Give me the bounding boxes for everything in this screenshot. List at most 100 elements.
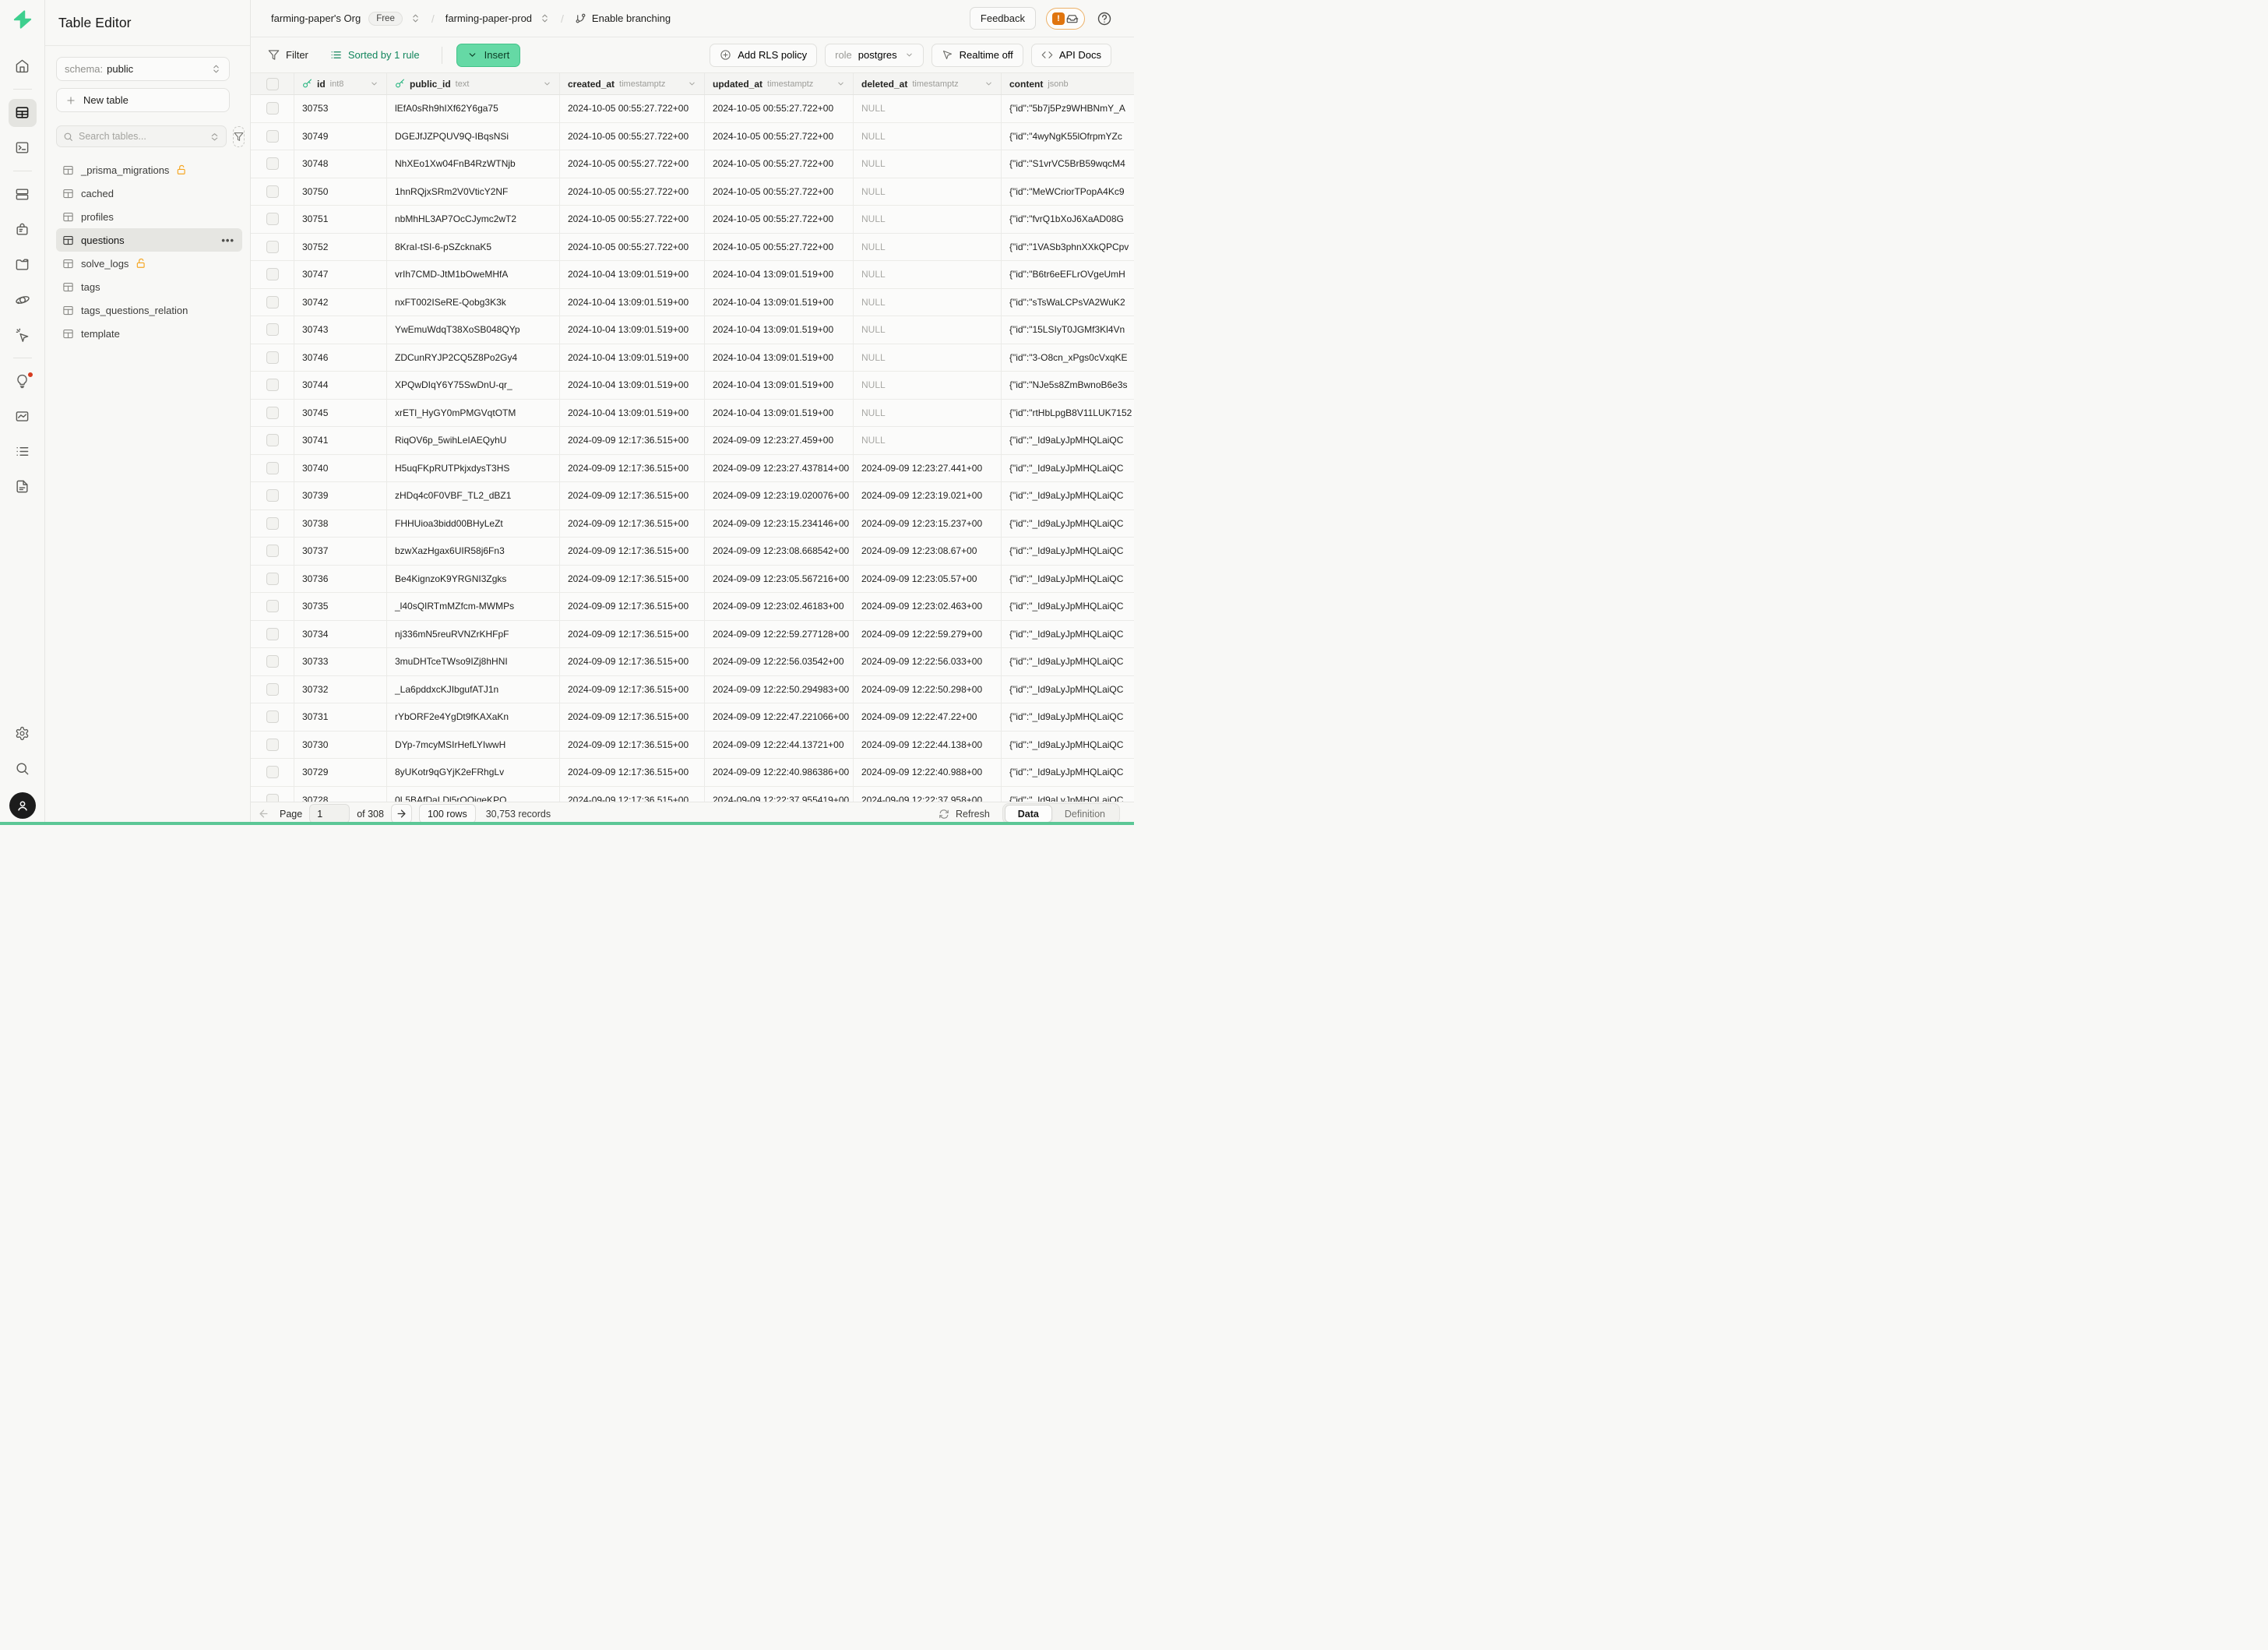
table-row[interactable]: 30732 _La6pddxcKJIbgufATJ1n 2024-09-09 1… — [251, 676, 1134, 704]
table-row[interactable]: 30730 DYp-7mcyMSIrHefLYIwwH 2024-09-09 1… — [251, 732, 1134, 760]
cell-updated-at[interactable]: 2024-10-05 00:55:27.722+00 — [705, 150, 854, 178]
cell-content[interactable]: {"id":"sTsWaLCPsVA2WuK2 — [1002, 289, 1134, 316]
table-row[interactable]: 30745 xrETl_HyGY0mPMGVqtOTM 2024-10-04 1… — [251, 400, 1134, 428]
cell-public-id[interactable]: 3muDHTceTWso9IZj8hHNI — [387, 648, 560, 675]
org-plan-badge[interactable]: Free — [368, 12, 403, 26]
row-checkbox[interactable] — [266, 683, 279, 696]
cell-content[interactable]: {"id":"fvrQ1bXoJ6XaAD08G — [1002, 206, 1134, 233]
cell-deleted-at[interactable]: 2024-09-09 12:22:47.22+00 — [854, 703, 1002, 731]
cell-public-id[interactable]: 0L5BAfDaLDl5rQOiqeKPO — [387, 787, 560, 802]
table-row[interactable]: 30741 RiqOV6p_5wihLeIAEQyhU 2024-09-09 1… — [251, 427, 1134, 455]
cell-updated-at[interactable]: 2024-10-05 00:55:27.722+00 — [705, 95, 854, 122]
column-header-deleted-at[interactable]: deleted_at timestamptz — [854, 73, 1002, 94]
cell-deleted-at[interactable]: NULL — [854, 289, 1002, 316]
row-checkbox[interactable] — [266, 157, 279, 170]
cell-updated-at[interactable]: 2024-10-04 13:09:01.519+00 — [705, 261, 854, 288]
row-checkbox[interactable] — [266, 489, 279, 502]
cell-created-at[interactable]: 2024-09-09 12:17:36.515+00 — [560, 566, 705, 593]
nav-database-icon[interactable] — [9, 181, 37, 209]
supabase-logo-icon[interactable] — [11, 8, 34, 31]
cell-id[interactable]: 30729 — [294, 759, 387, 786]
nav-advisors-icon[interactable] — [9, 368, 37, 396]
notifications-button[interactable]: ! — [1046, 8, 1085, 30]
row-checkbox[interactable] — [266, 213, 279, 225]
column-header-content[interactable]: content jsonb — [1002, 73, 1134, 94]
cell-updated-at[interactable]: 2024-10-05 00:55:27.722+00 — [705, 234, 854, 261]
rows-per-page-button[interactable]: 100 rows — [419, 804, 476, 823]
cell-updated-at[interactable]: 2024-10-04 13:09:01.519+00 — [705, 344, 854, 372]
table-row[interactable]: 30748 NhXEo1Xw04FnB4RzWTNjb 2024-10-05 0… — [251, 150, 1134, 178]
cell-updated-at[interactable]: 2024-10-05 00:55:27.722+00 — [705, 178, 854, 206]
cell-updated-at[interactable]: 2024-10-05 00:55:27.722+00 — [705, 123, 854, 150]
cell-created-at[interactable]: 2024-09-09 12:17:36.515+00 — [560, 427, 705, 454]
cell-created-at[interactable]: 2024-09-09 12:17:36.515+00 — [560, 538, 705, 565]
cell-content[interactable]: {"id":"_Id9aLyJpMHQLaiQC — [1002, 455, 1134, 482]
cell-updated-at[interactable]: 2024-09-09 12:22:44.13721+00 — [705, 732, 854, 759]
sidebar-table-item[interactable]: tags ••• — [56, 275, 242, 298]
cell-created-at[interactable]: 2024-09-09 12:17:36.515+00 — [560, 621, 705, 648]
cell-updated-at[interactable]: 2024-09-09 12:22:56.03542+00 — [705, 648, 854, 675]
select-all-checkbox[interactable] — [266, 78, 279, 90]
cell-deleted-at[interactable]: 2024-09-09 12:22:40.988+00 — [854, 759, 1002, 786]
cell-content[interactable]: {"id":"_Id9aLyJpMHQLaiQC — [1002, 676, 1134, 703]
cell-content[interactable]: {"id":"_Id9aLyJpMHQLaiQC — [1002, 566, 1134, 593]
cell-id[interactable]: 30733 — [294, 648, 387, 675]
chevron-down-icon[interactable] — [688, 79, 696, 88]
cell-id[interactable]: 30730 — [294, 732, 387, 759]
schema-select[interactable]: schema: public — [56, 57, 230, 81]
new-table-button[interactable]: New table — [56, 88, 230, 112]
cell-content[interactable]: {"id":"_Id9aLyJpMHQLaiQC — [1002, 510, 1134, 538]
column-header-created-at[interactable]: created_at timestamptz — [560, 73, 705, 94]
cell-created-at[interactable]: 2024-10-04 13:09:01.519+00 — [560, 372, 705, 399]
cell-content[interactable]: {"id":"_Id9aLyJpMHQLaiQC — [1002, 732, 1134, 759]
cell-created-at[interactable]: 2024-10-04 13:09:01.519+00 — [560, 316, 705, 344]
cell-created-at[interactable]: 2024-10-05 00:55:27.722+00 — [560, 95, 705, 122]
cell-deleted-at[interactable]: 2024-09-09 12:23:08.67+00 — [854, 538, 1002, 565]
cell-deleted-at[interactable]: NULL — [854, 372, 1002, 399]
cell-created-at[interactable]: 2024-10-05 00:55:27.722+00 — [560, 206, 705, 233]
nav-reports-icon[interactable] — [9, 403, 37, 431]
column-header-id[interactable]: id int8 — [294, 73, 387, 94]
cell-id[interactable]: 30738 — [294, 510, 387, 538]
sidebar-table-item[interactable]: template ••• — [56, 322, 242, 345]
cell-content[interactable]: {"id":"_Id9aLyJpMHQLaiQC — [1002, 427, 1134, 454]
realtime-toggle-button[interactable]: Realtime off — [932, 44, 1023, 67]
cell-public-id[interactable]: _La6pddxcKJIbgufATJ1n — [387, 676, 560, 703]
nav-edge-functions-icon[interactable] — [9, 286, 37, 314]
cell-public-id[interactable]: nxFT002ISeRE-Qobg3K3k — [387, 289, 560, 316]
cell-deleted-at[interactable]: 2024-09-09 12:22:50.298+00 — [854, 676, 1002, 703]
row-checkbox[interactable] — [266, 434, 279, 446]
cell-deleted-at[interactable]: 2024-09-09 12:22:37.958+00 — [854, 787, 1002, 802]
cell-id[interactable]: 30747 — [294, 261, 387, 288]
row-checkbox[interactable] — [266, 185, 279, 198]
cell-public-id[interactable]: xrETl_HyGY0mPMGVqtOTM — [387, 400, 560, 427]
cell-deleted-at[interactable]: 2024-09-09 12:23:19.021+00 — [854, 482, 1002, 509]
cell-public-id[interactable]: DYp-7mcyMSIrHefLYIwwH — [387, 732, 560, 759]
cell-deleted-at[interactable]: 2024-09-09 12:22:44.138+00 — [854, 732, 1002, 759]
cell-deleted-at[interactable]: 2024-09-09 12:23:27.441+00 — [854, 455, 1002, 482]
cell-deleted-at[interactable]: NULL — [854, 178, 1002, 206]
cell-public-id[interactable]: nbMhHL3AP7OcCJymc2wT2 — [387, 206, 560, 233]
cell-content[interactable]: {"id":"15LSIyT0JGMf3Kl4Vn — [1002, 316, 1134, 344]
sidebar-table-item[interactable]: profiles ••• — [56, 205, 242, 228]
row-checkbox[interactable] — [266, 655, 279, 668]
nav-settings-icon[interactable] — [9, 720, 37, 748]
cell-created-at[interactable]: 2024-10-04 13:09:01.519+00 — [560, 344, 705, 372]
table-filter-button[interactable] — [233, 126, 245, 147]
cell-public-id[interactable]: DGEJfJZPQUV9Q-IBqsNSi — [387, 123, 560, 150]
cell-updated-at[interactable]: 2024-09-09 12:22:47.221066+00 — [705, 703, 854, 731]
cell-deleted-at[interactable]: NULL — [854, 234, 1002, 261]
cell-updated-at[interactable]: 2024-10-04 13:09:01.519+00 — [705, 289, 854, 316]
cell-id[interactable]: 30746 — [294, 344, 387, 372]
row-checkbox[interactable] — [266, 628, 279, 640]
feedback-button[interactable]: Feedback — [970, 7, 1036, 30]
filter-button[interactable]: Filter — [260, 44, 316, 67]
row-checkbox[interactable] — [266, 407, 279, 419]
table-row[interactable]: 30728 0L5BAfDaLDl5rQOiqeKPO 2024-09-09 1… — [251, 787, 1134, 802]
cell-public-id[interactable]: FHHUioa3bidd00BHyLeZt — [387, 510, 560, 538]
cell-id[interactable]: 30736 — [294, 566, 387, 593]
cell-content[interactable]: {"id":"_Id9aLyJpMHQLaiQC — [1002, 648, 1134, 675]
table-row[interactable]: 30740 H5uqFKpRUTPkjxdysT3HS 2024-09-09 1… — [251, 455, 1134, 483]
row-checkbox[interactable] — [266, 739, 279, 751]
cell-created-at[interactable]: 2024-09-09 12:17:36.515+00 — [560, 648, 705, 675]
